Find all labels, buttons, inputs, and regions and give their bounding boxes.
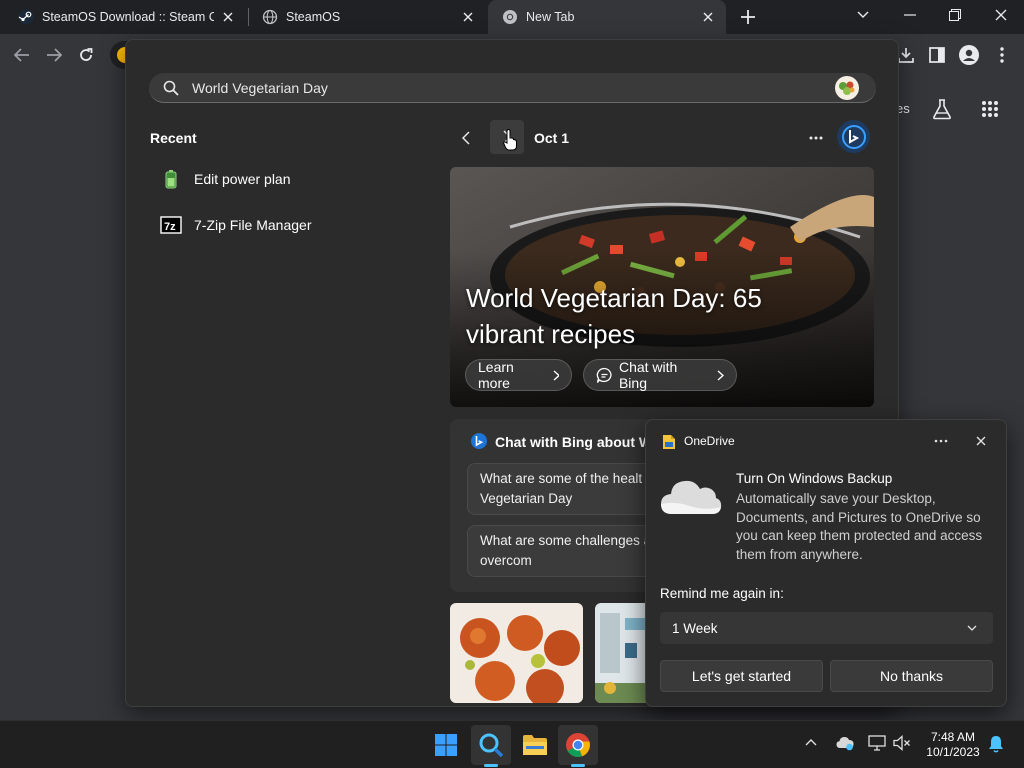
onedrive-notification: OneDrive Turn On Windows Backup Automati… [645,419,1007,707]
learn-more-label: Learn more [478,359,514,391]
tab-new-tab[interactable]: New Tab [488,0,726,34]
chevron-right-icon [717,369,724,381]
bing-icon [470,432,488,450]
chrome-taskbar-button[interactable] [558,725,598,765]
cloud-icon [660,476,722,516]
restore-icon[interactable] [943,3,967,27]
globe-icon [262,9,278,25]
labs-flask-icon[interactable] [930,97,954,121]
more-options-icon[interactable] [806,128,826,148]
recent-item-7zip[interactable]: 7z 7-Zip File Manager [160,210,312,240]
active-indicator [571,764,585,767]
recipe-thumbnail[interactable] [450,603,583,703]
clock[interactable]: 7:48 AM 10/1/2023 [918,730,988,760]
search-input[interactable]: World Vegetarian Day [192,80,328,96]
tab-steamos[interactable]: SteamOS [248,0,486,34]
tab-title: New Tab [526,10,575,24]
notification-title: Turn On Windows Backup [736,471,893,486]
notifications-bell-icon[interactable] [988,735,1004,753]
windows-icon [435,734,457,756]
tab-title: SteamOS [286,10,341,24]
recent-item-label: 7-Zip File Manager [194,217,312,233]
chat-card-title: Chat with Bing about W [495,434,653,450]
recent-item-label: Edit power plan [194,171,291,187]
close-tab-icon[interactable] [700,9,716,25]
chevron-down-icon [967,625,977,631]
remind-label: Remind me again in: [660,586,784,601]
side-panel-icon[interactable] [925,43,949,67]
back-icon[interactable] [10,43,34,67]
active-indicator [484,764,498,767]
notification-body: Automatically save your Desktop, Documen… [736,491,983,562]
apps-grid-icon[interactable] [978,97,1002,121]
taskbar: 7:48 AM 10/1/2023 [0,720,1024,768]
network-icon[interactable] [868,735,886,751]
chrome-icon [566,733,590,757]
svg-text:7z: 7z [164,221,176,233]
more-options-icon[interactable] [933,434,949,448]
reload-icon[interactable] [74,43,98,67]
chevron-right-icon [553,369,559,381]
forward-icon[interactable] [42,43,66,67]
previous-day-icon[interactable] [456,128,476,148]
hand-cursor-icon [503,129,517,151]
clock-date: 10/1/2023 [926,745,980,759]
remind-value: 1 Week [672,620,718,636]
tab-steamos-download[interactable]: SteamOS Download :: Steam Cor [4,0,246,34]
salad-icon [832,74,862,102]
more-menu-icon[interactable] [990,43,1014,67]
recent-item-power-plan[interactable]: Edit power plan [160,164,291,194]
new-tab-icon[interactable] [736,5,760,29]
folder-icon [523,735,547,755]
profile-icon[interactable] [957,43,981,67]
close-tab-icon[interactable] [220,9,236,25]
search-icon [479,733,504,758]
learn-more-button[interactable]: Learn more [465,359,572,391]
close-icon[interactable] [974,434,988,448]
chat-with-bing-label: Chat with Bing [618,359,678,391]
steam-icon [18,9,34,25]
onedrive-app-icon [662,434,676,450]
hero-card[interactable]: World Vegetarian Day: 65 vibrant recipes… [450,167,874,407]
close-window-icon[interactable] [989,3,1013,27]
no-thanks-button[interactable]: No thanks [830,660,993,692]
start-button[interactable] [426,725,466,765]
file-explorer-button[interactable] [515,725,555,765]
show-hidden-icons-icon[interactable] [805,738,817,746]
lets-get-started-button[interactable]: Let's get started [660,660,823,692]
search-box[interactable]: World Vegetarian Day [149,73,876,103]
hero-headline[interactable]: World Vegetarian Day: 65 vibrant recipes [466,280,826,352]
bing-icon [841,124,866,149]
search-taskbar-button[interactable] [471,725,511,765]
recent-heading: Recent [150,130,197,146]
clock-time: 7:48 AM [930,730,976,744]
chat-bubble-icon [596,367,612,383]
onedrive-app-name: OneDrive [684,434,735,448]
7zip-icon: 7z [160,214,182,236]
date-label: Oct 1 [534,130,570,146]
chat-with-bing-button[interactable]: Chat with Bing [583,359,737,391]
search-icon [163,80,179,96]
recipe-thumbnail-image [450,603,583,703]
chevron-down-icon[interactable] [851,3,875,27]
tab-title: SteamOS Download :: Steam Cor [42,10,214,24]
bing-button[interactable] [837,120,870,153]
tab-strip: SteamOS Download :: Steam Cor SteamOS Ne… [0,0,1024,34]
onedrive-tray-icon[interactable] [836,735,854,751]
minimize-icon[interactable] [898,3,922,27]
volume-muted-icon[interactable] [893,735,911,751]
battery-icon [160,168,182,190]
remind-dropdown[interactable]: 1 Week [660,612,993,644]
chrome-icon [502,9,518,25]
close-tab-icon[interactable] [460,9,476,25]
